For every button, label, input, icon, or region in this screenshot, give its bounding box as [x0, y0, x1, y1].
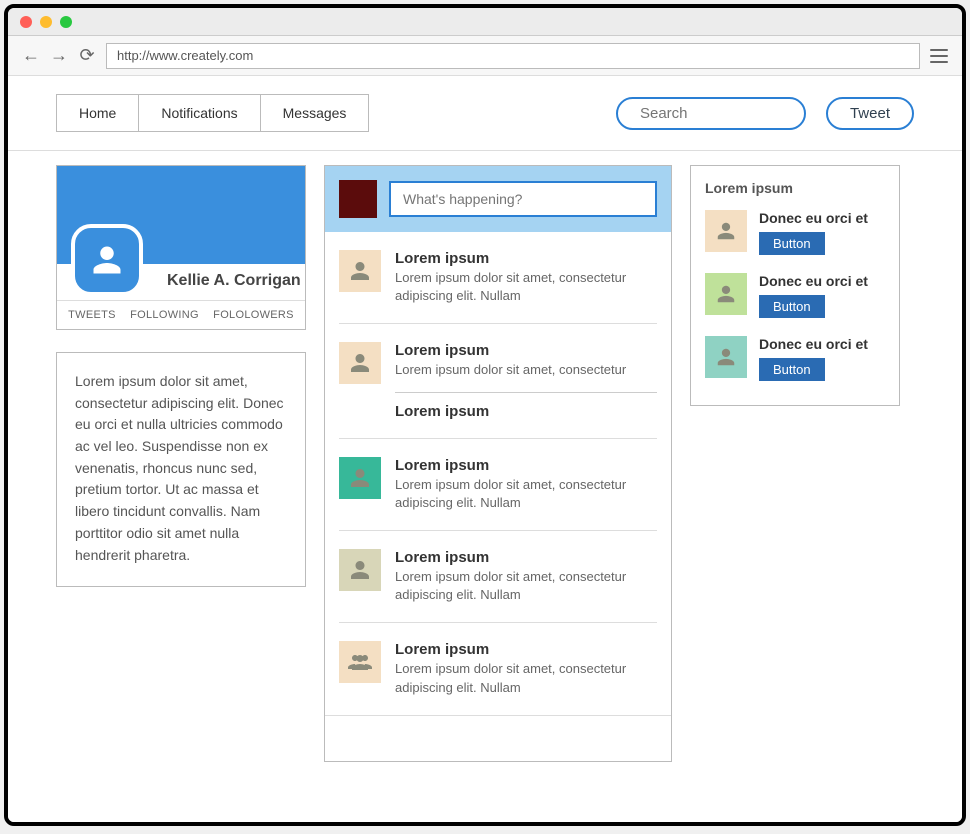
feed-title: Lorem ipsum — [395, 250, 657, 267]
url-input[interactable] — [106, 43, 920, 69]
feed-title: Lorem ipsum — [395, 641, 657, 658]
person-icon — [89, 242, 125, 278]
feed-text: Lorem ipsum dolor sit amet, consectetur — [395, 361, 657, 379]
suggestion-text: Donec eu orci et — [759, 273, 885, 289]
search-input[interactable] — [616, 97, 806, 130]
feed-item[interactable]: Lorem ipsum Lorem ipsum dolor sit amet, … — [339, 324, 657, 438]
feed-title: Lorem ipsum — [395, 342, 657, 359]
suggestion-text: Donec eu orci et — [759, 336, 885, 352]
feed-avatar — [339, 250, 381, 292]
feed-item[interactable]: Lorem ipsum Lorem ipsum dolor sit amet, … — [339, 232, 657, 324]
feed-text: Lorem ipsum dolor sit amet, consectetur … — [395, 269, 657, 305]
browser-toolbar: ← → ⟳ — [8, 36, 962, 76]
person-icon — [715, 346, 737, 368]
suggestion-text: Donec eu orci et — [759, 210, 885, 226]
person-icon — [715, 220, 737, 242]
suggestions-panel: Lorem ipsum Donec eu orci et Button Done… — [690, 165, 900, 406]
tab-messages[interactable]: Messages — [261, 95, 369, 131]
feed-item[interactable]: Lorem ipsum Lorem ipsum dolor sit amet, … — [339, 531, 657, 623]
profile-cover — [57, 166, 305, 264]
feed-column: Lorem ipsum Lorem ipsum dolor sit amet, … — [324, 165, 672, 762]
compose-input[interactable] — [389, 181, 657, 217]
person-icon — [715, 283, 737, 305]
suggestion-follow-button[interactable]: Button — [759, 232, 825, 255]
top-nav: Home Notifications Messages Tweet — [8, 76, 962, 151]
feed-avatar — [339, 457, 381, 499]
profile-avatar[interactable] — [71, 224, 143, 296]
compose-area — [325, 166, 671, 232]
stat-following[interactable]: FOLLOWING — [130, 309, 199, 321]
suggestion-avatar — [705, 210, 747, 252]
feed-title: Lorem ipsum — [395, 549, 657, 566]
tweet-button[interactable]: Tweet — [826, 97, 914, 130]
person-icon — [348, 558, 372, 582]
group-icon — [348, 650, 372, 674]
stat-followers[interactable]: FOLOLOWERS — [213, 309, 294, 321]
suggestion-item: Donec eu orci et Button — [705, 273, 885, 318]
feed-item[interactable]: Lorem ipsum Lorem ipsum dolor sit amet, … — [339, 623, 657, 714]
feed-text: Lorem ipsum dolor sit amet, consectetur … — [395, 660, 657, 696]
feed-item[interactable]: Lorem ipsum Lorem ipsum dolor sit amet, … — [339, 439, 657, 531]
suggestion-follow-button[interactable]: Button — [759, 295, 825, 318]
refresh-icon[interactable]: ⟳ — [78, 47, 96, 65]
compose-avatar — [339, 180, 377, 218]
person-icon — [348, 351, 372, 375]
window-maximize-icon[interactable] — [60, 16, 72, 28]
person-icon — [348, 259, 372, 283]
feed-text: Lorem ipsum dolor sit amet, consectetur … — [395, 568, 657, 604]
menu-icon[interactable] — [930, 47, 948, 65]
window-close-icon[interactable] — [20, 16, 32, 28]
forward-icon[interactable]: → — [50, 47, 68, 65]
about-card: Lorem ipsum dolor sit amet, consectetur … — [56, 352, 306, 587]
back-icon[interactable]: ← — [22, 47, 40, 65]
suggestion-item: Donec eu orci et Button — [705, 336, 885, 381]
profile-name: Kellie A. Corrigan — [167, 272, 305, 300]
feed-avatar — [339, 342, 381, 384]
suggestion-avatar — [705, 273, 747, 315]
feed-avatar — [339, 641, 381, 683]
suggestion-item: Donec eu orci et Button — [705, 210, 885, 255]
suggestion-follow-button[interactable]: Button — [759, 358, 825, 381]
suggestions-heading: Lorem ipsum — [705, 180, 885, 196]
feed-subtitle: Lorem ipsum — [395, 403, 657, 420]
suggestion-avatar — [705, 336, 747, 378]
feed-avatar — [339, 549, 381, 591]
tab-notifications[interactable]: Notifications — [139, 95, 260, 131]
profile-stats: TWEETS FOLLOWING FOLOLOWERS — [57, 300, 305, 329]
feed-title: Lorem ipsum — [395, 457, 657, 474]
feed-text: Lorem ipsum dolor sit amet, consectetur … — [395, 476, 657, 512]
nav-tabs: Home Notifications Messages — [56, 94, 369, 132]
tab-home[interactable]: Home — [57, 95, 139, 131]
browser-titlebar — [8, 8, 962, 36]
window-minimize-icon[interactable] — [40, 16, 52, 28]
stat-tweets[interactable]: TWEETS — [68, 309, 116, 321]
person-icon — [348, 466, 372, 490]
feed-footer — [325, 715, 671, 761]
profile-card: Kellie A. Corrigan TWEETS FOLLOWING FOLO… — [56, 165, 306, 330]
